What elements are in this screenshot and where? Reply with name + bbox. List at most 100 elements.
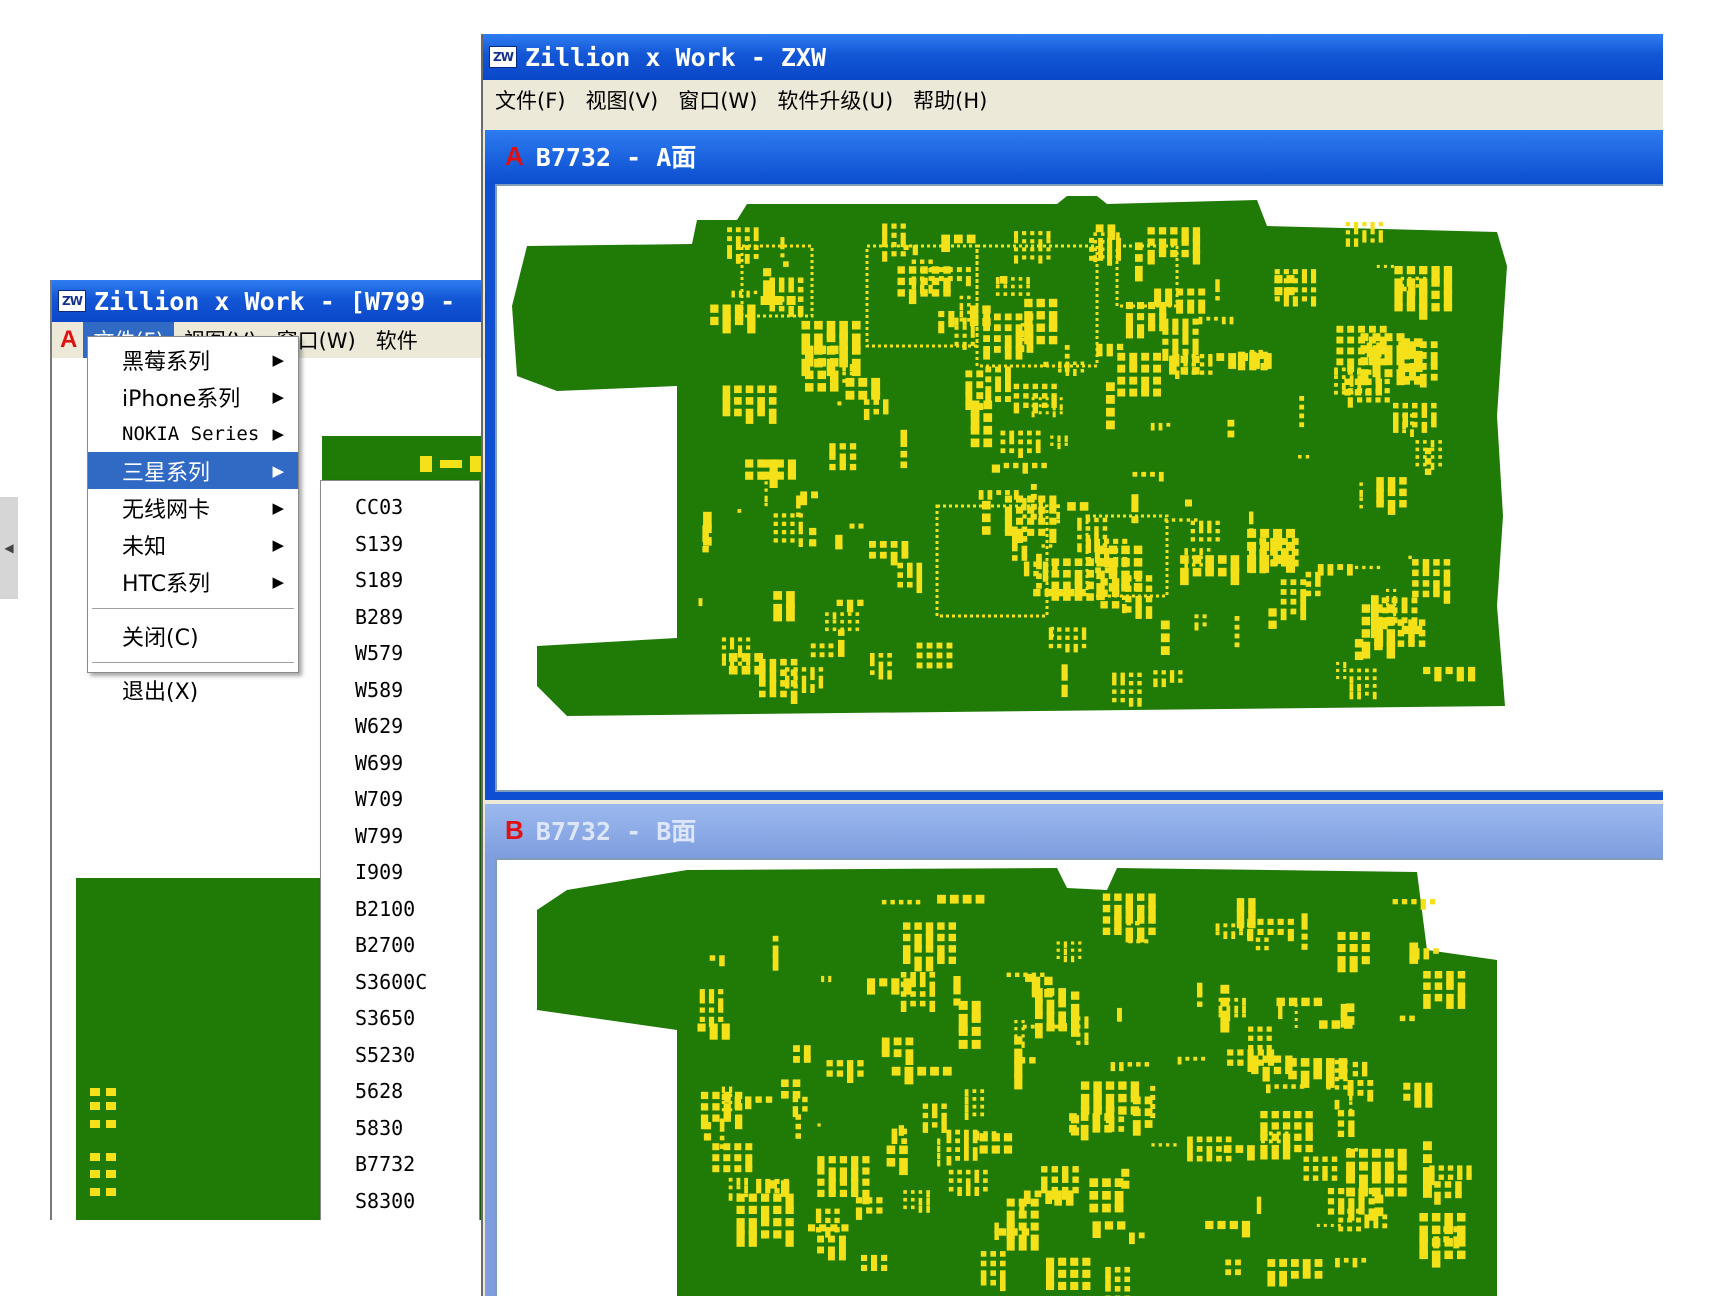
submenu-item-model[interactable]: 5628 <box>321 1073 479 1110</box>
submenu-item-model[interactable]: W699 <box>321 745 479 782</box>
pcb-pad <box>734 1165 742 1173</box>
pcb-pad <box>882 223 888 234</box>
pcb-pad <box>953 987 961 995</box>
pcb-pad <box>1438 447 1442 452</box>
pcb-view-side-a[interactable] <box>495 184 1663 792</box>
pcb-pad <box>1371 1174 1381 1184</box>
pcb-pad <box>911 1190 915 1194</box>
pcb-pad <box>1431 278 1440 287</box>
pcb-pad <box>1215 279 1220 289</box>
pcb-pad <box>1036 311 1045 320</box>
submenu-item-model[interactable]: W629 <box>321 708 479 745</box>
pcb-pad <box>1006 972 1011 977</box>
pcb-pad <box>1048 627 1054 636</box>
menu-upgrade[interactable]: 软件升级(U) <box>767 80 903 120</box>
submenu-item-model[interactable]: W709 <box>321 781 479 818</box>
menu-window[interactable]: 窗口(W) <box>668 80 767 120</box>
submenu-item-model[interactable]: S3600C <box>321 964 479 1001</box>
pcb-pad <box>1180 567 1189 586</box>
pcb-pad <box>1241 1220 1251 1238</box>
left-window-titlebar[interactable]: ZW Zillion x Work - [W799 - <box>52 280 482 322</box>
submenu-item-model[interactable]: B2100 <box>321 891 479 928</box>
menu-item-iphone[interactable]: iPhone系列 ▶ <box>88 378 298 415</box>
pcb-pad <box>947 276 953 282</box>
pcb-pad <box>1102 904 1111 913</box>
submenu-item-model[interactable]: S189 <box>321 562 479 599</box>
pcb-pad <box>741 665 751 675</box>
menu-item-htc[interactable]: HTC系列 ▶ <box>88 563 298 600</box>
menu-item-close[interactable]: 关闭(C) <box>88 617 298 654</box>
pcb-view-side-b[interactable] <box>495 858 1663 1296</box>
side-collapse-tab[interactable]: ◀ <box>0 497 18 599</box>
pcb-pad <box>1124 1276 1130 1283</box>
pcb-pad <box>1384 1187 1394 1197</box>
pcb-pad <box>907 562 913 574</box>
pcb-pad <box>948 1169 954 1175</box>
submenu-item-model[interactable]: B7732 <box>321 1146 479 1183</box>
submenu-item-model[interactable]: B2700 <box>321 927 479 964</box>
pcb-pad <box>736 1193 741 1198</box>
pcb-pad <box>702 546 709 553</box>
pcb-pad <box>1148 916 1156 924</box>
pcb-pad <box>1231 931 1236 939</box>
pcb-pad <box>1301 923 1308 930</box>
menu-item-blackberry[interactable]: 黑莓系列 ▶ <box>88 341 298 378</box>
pcb-pad <box>849 523 855 529</box>
submenu-item-model[interactable]: W799 <box>321 818 479 855</box>
pcb-pad <box>1357 1089 1364 1096</box>
submenu-item-model[interactable]: 5830 <box>321 1110 479 1147</box>
pcb-pad <box>738 637 743 642</box>
menu-item-unknown[interactable]: 未知 ▶ <box>88 526 298 563</box>
submenu-item-model[interactable]: S139 <box>321 526 479 563</box>
submenu-item-model[interactable]: W589 <box>321 672 479 709</box>
menu-item-exit[interactable]: 退出(X) <box>88 671 298 708</box>
pcb-pad <box>1282 1111 1291 1119</box>
menu-software[interactable]: 软件 <box>366 322 428 358</box>
submenu-item-model[interactable]: B289 <box>321 599 479 636</box>
submenu-item-model[interactable]: W579 <box>321 635 479 672</box>
pcb-pad <box>1260 528 1270 538</box>
pcb-pad <box>1347 397 1353 408</box>
submenu-arrow-icon: ▶ <box>272 461 284 480</box>
menu-item-wireless-card[interactable]: 无线网卡 ▶ <box>88 489 298 526</box>
submenu-item-model[interactable]: S5230 <box>321 1037 479 1074</box>
main-window-titlebar[interactable]: ZW Zillion x Work - ZXW <box>483 34 1663 80</box>
pcb-pad <box>1038 528 1046 536</box>
pcb-pad <box>907 581 913 588</box>
pcb-pad <box>783 1178 789 1185</box>
pcb-pad <box>810 684 815 693</box>
pcb-pad <box>1419 1213 1428 1222</box>
menu-item-nokia[interactable]: NOKIA Series ▶ <box>88 415 298 452</box>
pcb-pad <box>1283 287 1289 298</box>
pcb-pad <box>809 539 817 547</box>
pcb-pad <box>1312 1166 1319 1172</box>
pcb-pad <box>883 399 889 411</box>
child-b-titlebar[interactable]: B B7732 - B面 <box>485 804 1663 856</box>
pcb-pad <box>1181 249 1189 258</box>
pcb-pad <box>1056 504 1060 508</box>
pcb-pad <box>1343 676 1347 680</box>
submenu-item-model[interactable]: S3650 <box>321 1000 479 1037</box>
pcb-pad <box>900 440 908 447</box>
pcb-pad <box>1365 691 1369 696</box>
pcb-pad <box>1424 458 1432 465</box>
submenu-item-model[interactable]: S8300 <box>321 1183 479 1220</box>
pcb-pad <box>985 376 992 383</box>
menu-item-samsung[interactable]: 三星系列 ▶ <box>88 452 298 489</box>
menu-help[interactable]: 帮助(H) <box>903 80 997 120</box>
pcb-pad <box>745 1165 753 1173</box>
submenu-item-model[interactable]: CC03 <box>321 489 479 526</box>
pcb-pad <box>1424 468 1432 475</box>
pcb-pad <box>897 581 903 588</box>
menu-view[interactable]: 视图(V) <box>575 80 668 120</box>
pcb-pad <box>941 1103 947 1109</box>
pcb-pad <box>1074 558 1083 566</box>
pcb-pad <box>1150 1104 1156 1109</box>
pcb-pad <box>846 599 854 613</box>
pcb-pad <box>1104 538 1110 544</box>
pcb-pad <box>1301 943 1308 950</box>
menu-file[interactable]: 文件(F) <box>485 80 575 120</box>
child-a-titlebar[interactable]: A B7732 - A面 <box>485 130 1663 182</box>
submenu-item-model[interactable]: I909 <box>321 854 479 891</box>
pcb-pad <box>1166 1143 1170 1147</box>
